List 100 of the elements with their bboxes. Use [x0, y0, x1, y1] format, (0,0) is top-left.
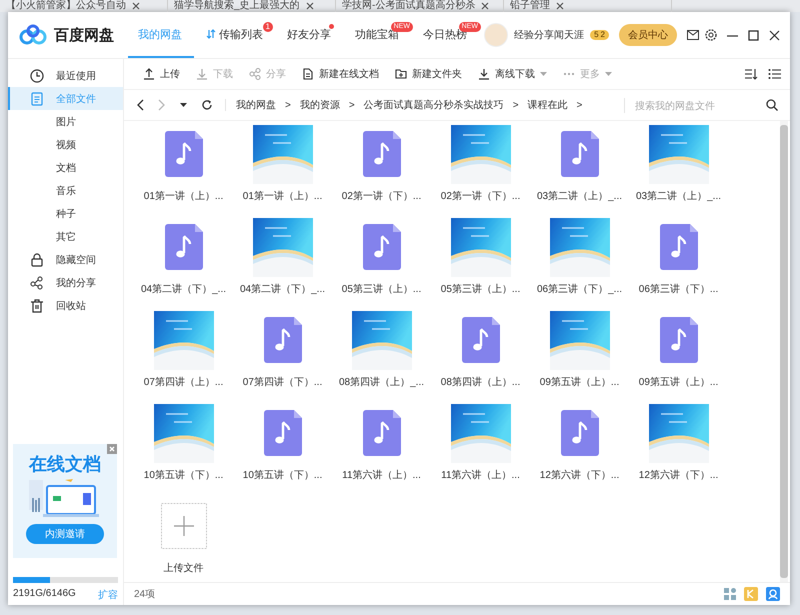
image-thumbnail: [252, 218, 312, 276]
image-thumbnail: [550, 218, 610, 276]
list-view-icon[interactable]: [768, 68, 782, 80]
cloud-logo-icon: [18, 24, 48, 46]
transfer-icon: [206, 29, 216, 39]
sidebar-item[interactable]: 文档: [8, 156, 123, 179]
toolbar-button[interactable]: 离线下载: [471, 64, 554, 84]
sidebar-item[interactable]: 视频: [8, 133, 123, 156]
file-item[interactable]: 04第二讲（下）_...: [134, 216, 233, 309]
settings-icon[interactable]: [705, 29, 717, 41]
file-item[interactable]: 07第四讲（上）...: [134, 309, 233, 402]
file-item[interactable]: 12第六讲（下）...: [629, 402, 728, 495]
file-name: 11第六讲（上）...: [342, 468, 421, 482]
toolbar-button[interactable]: 新建文件夹: [388, 64, 469, 84]
nav-tab[interactable]: 传输列表 1: [196, 12, 275, 58]
file-item[interactable]: 11第六讲（上）...: [332, 402, 431, 495]
add-file-tile[interactable]: [160, 503, 206, 549]
close-icon[interactable]: [556, 2, 564, 10]
nav-tab[interactable]: 好友分享: [277, 12, 343, 58]
breadcrumb-link[interactable]: 我的网盘: [236, 98, 276, 112]
breadcrumb-link[interactable]: 课程在此: [528, 98, 568, 112]
search-icon[interactable]: [766, 99, 778, 111]
file-name: 05第三讲（上）...: [342, 282, 422, 296]
file-item[interactable]: 05第三讲（上）...: [431, 216, 530, 309]
file-item[interactable]: 11第六讲（上）...: [431, 402, 530, 495]
notification-badge: 1: [262, 22, 273, 32]
file-name: 08第四讲（上）_...: [338, 376, 424, 389]
notification-dot: [329, 24, 334, 29]
sidebar-item[interactable]: 最近使用: [8, 64, 123, 87]
file-item[interactable]: 09第五讲（上）...: [530, 309, 629, 402]
file-item[interactable]: 04第二讲（下）_...: [233, 216, 332, 309]
refresh-icon[interactable]: [201, 99, 213, 111]
ad-title: 在线文档: [29, 453, 101, 476]
close-icon[interactable]: [306, 2, 314, 10]
file-item[interactable]: 07第四讲（下）...: [233, 309, 332, 402]
file-item[interactable]: 03第二讲（上）_...: [629, 123, 728, 216]
sidebar-item[interactable]: 回收站: [8, 294, 123, 317]
upload-file-label[interactable]: 上传文件: [164, 561, 204, 575]
file-item[interactable]: 08第四讲（上）...: [431, 309, 530, 402]
file-item[interactable]: 09第五讲（上）...: [629, 309, 728, 402]
file-item[interactable]: 03第二讲（上）_...: [530, 123, 629, 216]
music-file-icon: [560, 131, 598, 177]
search-field[interactable]: 搜索我的网盘文件: [624, 98, 758, 112]
breadcrumb-link[interactable]: 公考面试真题高分秒杀实战技巧: [364, 98, 504, 112]
breadcrumb-link[interactable]: 我的资源: [300, 98, 340, 112]
file-name: 12第六讲（下）...: [540, 468, 620, 482]
sidebar-item[interactable]: 图片: [8, 110, 123, 133]
music-file-icon: [164, 224, 202, 270]
maximize-icon[interactable]: [748, 30, 759, 40]
breadcrumb-separator: >: [576, 100, 582, 110]
document-icon: [30, 92, 44, 106]
storage-reading: 2191G/6146G: [13, 588, 76, 601]
close-icon[interactable]: [481, 2, 490, 10]
sidebar-item[interactable]: 种子: [8, 202, 123, 225]
file-item[interactable]: 10第五讲（下）...: [134, 402, 233, 495]
toolbar-button[interactable]: 上传: [136, 64, 187, 84]
sidebar-item[interactable]: 音乐: [8, 179, 123, 202]
sidebar-item[interactable]: 我的分享: [8, 271, 123, 294]
file-name: 10第五讲（下）...: [144, 468, 224, 482]
sidebar-item[interactable]: 隐藏空间: [8, 248, 123, 271]
scrollbar[interactable]: [780, 121, 788, 582]
user-name[interactable]: 经验分享闻天涯: [514, 28, 584, 42]
sidebar-item[interactable]: 其它: [8, 225, 123, 248]
download-icon: [478, 68, 490, 80]
mail-icon[interactable]: [687, 30, 699, 40]
file-item[interactable]: 06第三讲（下）...: [629, 216, 728, 309]
file-item[interactable]: 08第四讲（上）_...: [332, 309, 431, 402]
file-item[interactable]: 10第五讲（下）...: [233, 402, 332, 495]
music-file-icon: [362, 410, 400, 456]
breadcrumb-separator: >: [512, 100, 519, 110]
breadcrumb-separator: >: [285, 100, 291, 110]
file-item[interactable]: 12第六讲（下）...: [530, 402, 629, 495]
browser-tab[interactable]: 铅子管理: [510, 0, 550, 12]
music-file-icon: [164, 131, 202, 177]
close-icon[interactable]: [769, 30, 780, 40]
file-name: 09第五讲（上）...: [638, 376, 718, 389]
file-item[interactable]: 01第一讲（上）...: [233, 123, 332, 216]
vip-center-button[interactable]: 会员中心: [619, 24, 677, 46]
file-item[interactable]: 02第一讲（下）...: [431, 123, 530, 216]
file-item[interactable]: 01第一讲（上）...: [134, 123, 233, 216]
music-file-icon: [462, 317, 500, 363]
file-item[interactable]: 02第一讲（下）...: [332, 123, 431, 216]
file-name: 07第四讲（上）...: [144, 376, 224, 389]
breadcrumb-separator: >: [348, 100, 355, 110]
music-file-icon: [264, 410, 302, 456]
image-thumbnail: [252, 124, 312, 184]
close-icon[interactable]: [132, 2, 140, 10]
image-thumbnail: [550, 310, 610, 370]
caret-icon[interactable]: [180, 103, 187, 107]
download-icon: [196, 68, 208, 80]
image-thumbnail: [648, 124, 708, 184]
support-icon[interactable]: [766, 587, 780, 601]
lock-icon: [30, 252, 44, 266]
toolbar-button[interactable]: 新建在线文档: [295, 64, 386, 84]
file-name: 09第五讲（上）...: [540, 376, 620, 389]
sort-icon[interactable]: [744, 68, 758, 80]
file-item[interactable]: 06第三讲（下）_...: [530, 216, 629, 309]
back-icon[interactable]: [136, 99, 144, 111]
clock-icon: [30, 68, 44, 82]
file-item[interactable]: 05第三讲（上）...: [332, 216, 431, 309]
